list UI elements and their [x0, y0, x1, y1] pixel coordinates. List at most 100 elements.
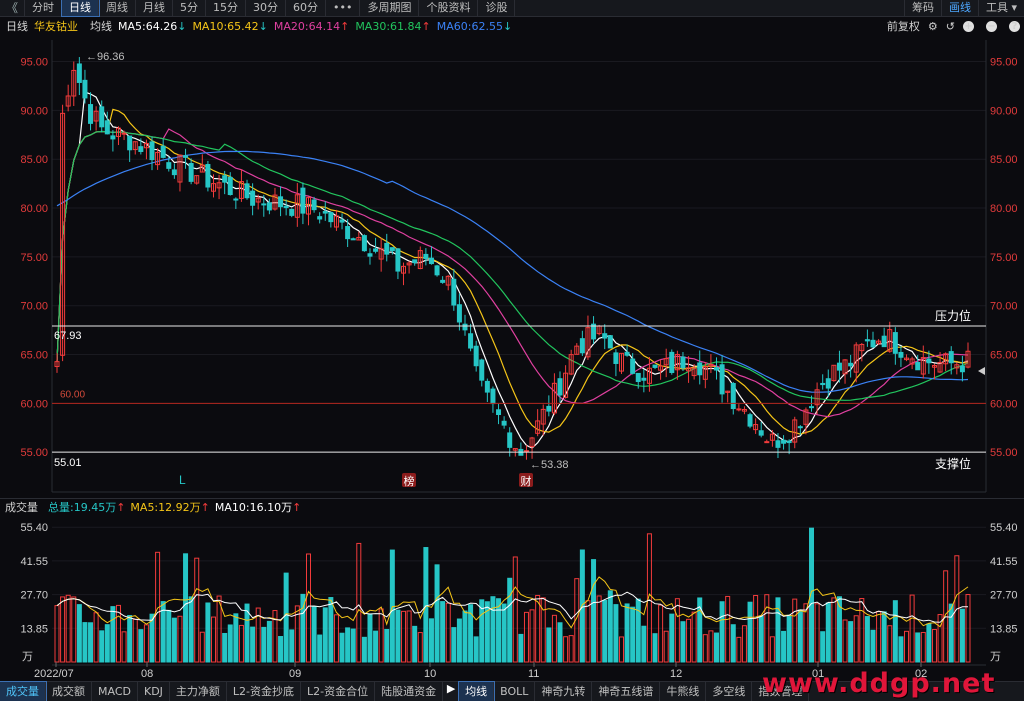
volume-bar [496, 598, 502, 663]
price-tick: 65.00 [20, 350, 48, 362]
volume-bar [546, 627, 552, 663]
candle-body [719, 364, 725, 395]
volume-bar [915, 632, 921, 663]
indicator-tab[interactable]: 神奇九转 [535, 682, 593, 701]
volume-bar [88, 622, 94, 663]
candle-body [345, 226, 351, 240]
volume-bar [143, 624, 149, 663]
candle-body [250, 190, 256, 206]
price-tick: 55.00 [990, 447, 1018, 459]
volume-bar [769, 636, 775, 663]
volume-bar [328, 597, 334, 663]
candle-body [557, 378, 563, 396]
indicator-tab[interactable]: MACD [92, 682, 138, 701]
volume-bar [959, 608, 965, 663]
volume-tick: 13.85 [990, 623, 1018, 635]
candle-body [283, 205, 289, 209]
candle-body [171, 169, 177, 176]
price-tick: 95.00 [20, 57, 48, 69]
candle-body [138, 146, 144, 152]
month-label: 09 [289, 668, 301, 680]
candle-body [451, 278, 457, 306]
candle-body [423, 253, 429, 260]
kline-chart[interactable]: 压力位 67.93 支撑位 55.01 60.00 ←96.36 ←53.38 L 榜 财 95.… [0, 0, 1024, 700]
price-tick: 80.00 [20, 203, 48, 215]
indicator-tab[interactable]: 牛熊线 [660, 682, 707, 701]
price-tick: 95.00 [990, 57, 1018, 69]
volume-bar [227, 624, 233, 663]
marker-cai: 财 [521, 474, 532, 488]
volume-bar [848, 621, 854, 663]
month-label: 11 [528, 668, 539, 680]
candle-body [479, 359, 485, 381]
indicator-tab[interactable]: L2-资金抄底 [227, 682, 302, 701]
candle-body [456, 304, 462, 323]
volume-bar [842, 619, 848, 663]
volume-bar [931, 628, 937, 663]
volume-bar [417, 632, 423, 663]
volume-bar [797, 609, 803, 663]
current-price-marker [978, 367, 985, 375]
volume-bar [591, 559, 597, 663]
price-tick: 70.00 [990, 301, 1018, 313]
indicator-tab[interactable]: 成交量 [0, 681, 47, 701]
volume-bar [434, 564, 440, 663]
volume-bar [490, 596, 496, 663]
candle-body [412, 259, 418, 264]
candle-body [244, 183, 250, 199]
volume-bar [188, 596, 194, 663]
candle-body [948, 351, 954, 364]
pressure-label: 压力位 [935, 308, 971, 323]
candle-body [764, 441, 770, 444]
volume-bar [311, 606, 317, 663]
volume-bar [462, 610, 468, 663]
volume-bar [127, 615, 133, 663]
candle-body [395, 248, 401, 272]
volume-bar [166, 609, 172, 663]
ma20-line [56, 128, 969, 418]
scroll-arrow-icon[interactable]: ▶ [443, 682, 459, 701]
volume-bar [121, 631, 127, 663]
indicator-tab[interactable]: KDJ [138, 682, 170, 701]
candle-body [635, 372, 641, 382]
indicator-tab[interactable]: 神奇五线谱 [592, 682, 661, 701]
candle-body [188, 163, 194, 182]
pressure-value: 67.93 [54, 330, 82, 342]
price-tick: 85.00 [20, 154, 48, 166]
indicator-tab[interactable]: 主力净额 [170, 682, 227, 701]
indicator-tab[interactable]: 指数管理 [752, 682, 810, 701]
volume-bar [853, 615, 859, 663]
price-tick: 60.00 [20, 398, 48, 410]
ma10-line [56, 108, 969, 435]
volume-tick: 55.40 [20, 522, 48, 534]
indicator-tab[interactable]: 多空线 [706, 682, 753, 701]
indicator-tab[interactable]: 成交额 [46, 682, 92, 701]
volume-bar [596, 595, 602, 663]
indicator-tab[interactable]: 陆股通资金 [375, 682, 444, 701]
volume-bar [881, 611, 887, 663]
indicator-tab[interactable]: L2-资金合位 [301, 682, 376, 701]
candle-body [127, 135, 133, 151]
volume-bar [110, 606, 116, 663]
volume-bar [523, 611, 529, 663]
candle-body [898, 351, 904, 358]
ma60-line [56, 150, 969, 393]
ma30-line [56, 130, 969, 401]
volume-bar [563, 636, 569, 663]
volume-bar [428, 618, 434, 663]
volume-bar [423, 547, 429, 663]
volume-bar [618, 636, 624, 663]
volume-bar [361, 636, 367, 663]
candle-body [473, 345, 479, 367]
volume-bar [82, 622, 88, 663]
volume-title[interactable]: 成交量 [5, 499, 38, 515]
candle-body [160, 145, 166, 158]
volume-bar [719, 601, 725, 663]
indicator-tab[interactable]: 均线 [458, 681, 496, 701]
volume-bar [373, 630, 379, 663]
support-label: 支撑位 [935, 456, 971, 471]
candle-body [88, 104, 94, 124]
volume-bar [76, 604, 82, 663]
volume-bar [831, 597, 837, 663]
indicator-tab[interactable]: BOLL [494, 682, 536, 701]
